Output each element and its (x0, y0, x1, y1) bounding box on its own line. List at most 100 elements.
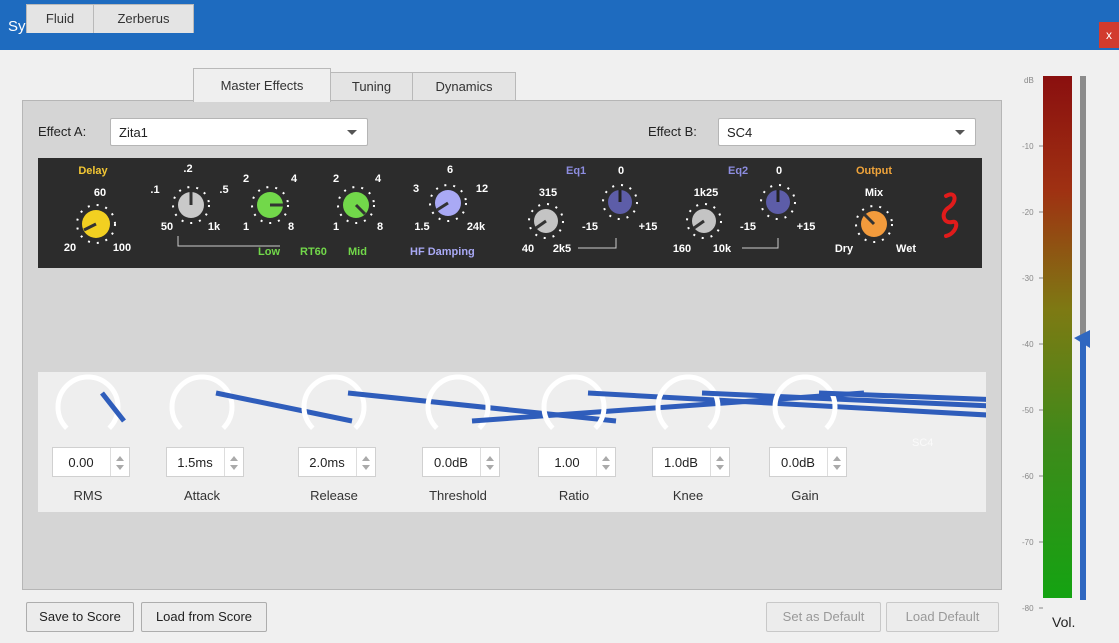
tab-master-effects[interactable]: Master Effects (193, 68, 331, 102)
sc4-spinbox-gain[interactable]: 0.0dB (769, 447, 847, 477)
output-mix-knob[interactable] (855, 205, 893, 243)
eq1-gain-min-label: -15 (582, 221, 598, 233)
effect-a-label: Effect A: (38, 124, 87, 139)
effect-a-select[interactable]: Zita1 (110, 118, 368, 146)
low-top-right-label: 4 (291, 173, 298, 185)
delay-title: Delay (78, 165, 108, 177)
volume-label: Vol. (1052, 614, 1076, 630)
sc4-knob-attack[interactable] (169, 374, 353, 430)
spin-up-icon[interactable] (602, 456, 610, 461)
set-as-default-button[interactable]: Set as Default (766, 602, 881, 632)
sc4-label-rms: RMS (73, 488, 103, 503)
mid-top-right-label: 4 (375, 173, 382, 185)
xover-knob[interactable] (172, 186, 210, 224)
effect-a-value: Zita1 (119, 125, 148, 140)
spin-up-icon[interactable] (833, 456, 841, 461)
spin-down-icon[interactable] (602, 465, 610, 470)
sc4-spinbox-rms[interactable]: 0.00 (52, 447, 130, 477)
spin-down-icon[interactable] (230, 465, 238, 470)
sc4-spinbox-ratio[interactable]: 1.00 (538, 447, 616, 477)
low-rt60-knob[interactable] (251, 186, 289, 224)
spin-up-icon[interactable] (116, 456, 124, 461)
eq2-title: Eq2 (728, 165, 748, 177)
sc4-label-attack: Attack (183, 488, 221, 503)
spin-up-icon[interactable] (362, 456, 370, 461)
mid-rt60-knob[interactable] (337, 186, 375, 224)
eq2-freq-top-label: 1k25 (694, 187, 718, 199)
output-mix-label: Mix (865, 187, 884, 199)
eq2-gain-min-label: -15 (740, 221, 756, 233)
spin-up-icon[interactable] (716, 456, 724, 461)
volume-slider-track (1080, 76, 1086, 338)
chevron-down-icon (955, 130, 965, 135)
eq1-gain-max-label: +15 (639, 221, 658, 233)
sc4-value: 1.0dB (664, 455, 698, 470)
sc4-knob-rms[interactable] (55, 374, 126, 430)
effect-b-select[interactable]: SC4 (718, 118, 976, 146)
delay-top-label: 60 (94, 187, 106, 199)
spin-divider (356, 448, 357, 476)
delay-knob[interactable] (76, 204, 116, 244)
output-wet-label: Wet (896, 243, 916, 255)
hf-damping-knob[interactable] (429, 184, 467, 222)
mid-label: Mid (348, 246, 367, 258)
meter-tick-label: -60 (1022, 472, 1034, 481)
sc4-spinbox-release[interactable]: 2.0ms (298, 447, 376, 477)
low-label: Low (258, 246, 280, 258)
save-to-score-button[interactable]: Save to Score (26, 602, 134, 632)
sc4-spinbox-knee[interactable]: 1.0dB (652, 447, 730, 477)
eq2-freq-knob[interactable] (686, 203, 722, 239)
sc4-label-threshold: Threshold (429, 488, 487, 503)
eq1-gain-knob[interactable] (602, 184, 638, 220)
xover-right-label: .5 (219, 184, 228, 196)
sc4-label-release: Release (310, 488, 358, 503)
tab-dynamics[interactable]: Dynamics (412, 72, 516, 101)
sc4-value: 0.00 (68, 455, 94, 470)
low-top-left-label: 2 (243, 173, 249, 185)
spin-divider (480, 448, 481, 476)
eq2-freq-min-label: 160 (673, 243, 691, 255)
zita-logo-icon (941, 192, 959, 238)
meter-ticks: -10 -20 -30 -40 -50 -60 -70 -80 (1022, 142, 1043, 613)
hf-left-label: 3 (413, 183, 419, 195)
sc4-watermark: SC4 (912, 437, 934, 449)
spin-divider (710, 448, 711, 476)
spin-up-icon[interactable] (486, 456, 494, 461)
eq1-freq-top-label: 315 (539, 187, 557, 199)
spin-down-icon[interactable] (486, 465, 494, 470)
eq1-gain-top-label: 0 (618, 165, 624, 177)
delay-min-label: 20 (64, 242, 76, 254)
hf-min-label: 1.5 (414, 221, 429, 233)
xover-max-label: 1k (208, 221, 221, 233)
load-default-button[interactable]: Load Default (886, 602, 999, 632)
spin-down-icon[interactable] (833, 465, 841, 470)
tab-fluid[interactable]: Fluid (26, 4, 94, 33)
spin-up-icon[interactable] (230, 456, 238, 461)
meter-tick-label: -80 (1022, 604, 1034, 613)
eq2-gain-top-label: 0 (776, 165, 782, 177)
meter-tick-label: -50 (1022, 406, 1034, 415)
tab-tuning[interactable]: Tuning (330, 72, 413, 101)
spin-down-icon[interactable] (362, 465, 370, 470)
meter-tick-label: -20 (1022, 208, 1034, 217)
low-max-label: 8 (288, 221, 294, 233)
spin-down-icon[interactable] (716, 465, 724, 470)
meter-tick-label: -40 (1022, 340, 1034, 349)
eq2-gain-knob[interactable] (760, 184, 796, 220)
sc4-label-knee: Knee (672, 488, 704, 503)
spin-divider (110, 448, 111, 476)
load-from-score-button[interactable]: Load from Score (141, 602, 267, 632)
mid-max-label: 8 (377, 221, 383, 233)
sc4-spinbox-threshold[interactable]: 0.0dB (422, 447, 500, 477)
spin-divider (596, 448, 597, 476)
eq1-freq-knob[interactable] (528, 203, 564, 239)
sc4-spinbox-attack[interactable]: 1.5ms (166, 447, 244, 477)
sc4-value: 1.00 (554, 455, 580, 470)
meter-tick-label: -10 (1022, 142, 1034, 151)
tab-zerberus[interactable]: Zerberus (93, 4, 194, 33)
zita-reverb-panel: Delay 60 20 100 .2 .1 .5 50 1k 2 4 1 8 2… (38, 158, 982, 268)
mid-top-left-label: 2 (333, 173, 339, 185)
output-title: Output (856, 165, 892, 177)
spin-down-icon[interactable] (116, 465, 124, 470)
close-button[interactable]: x (1099, 22, 1119, 48)
